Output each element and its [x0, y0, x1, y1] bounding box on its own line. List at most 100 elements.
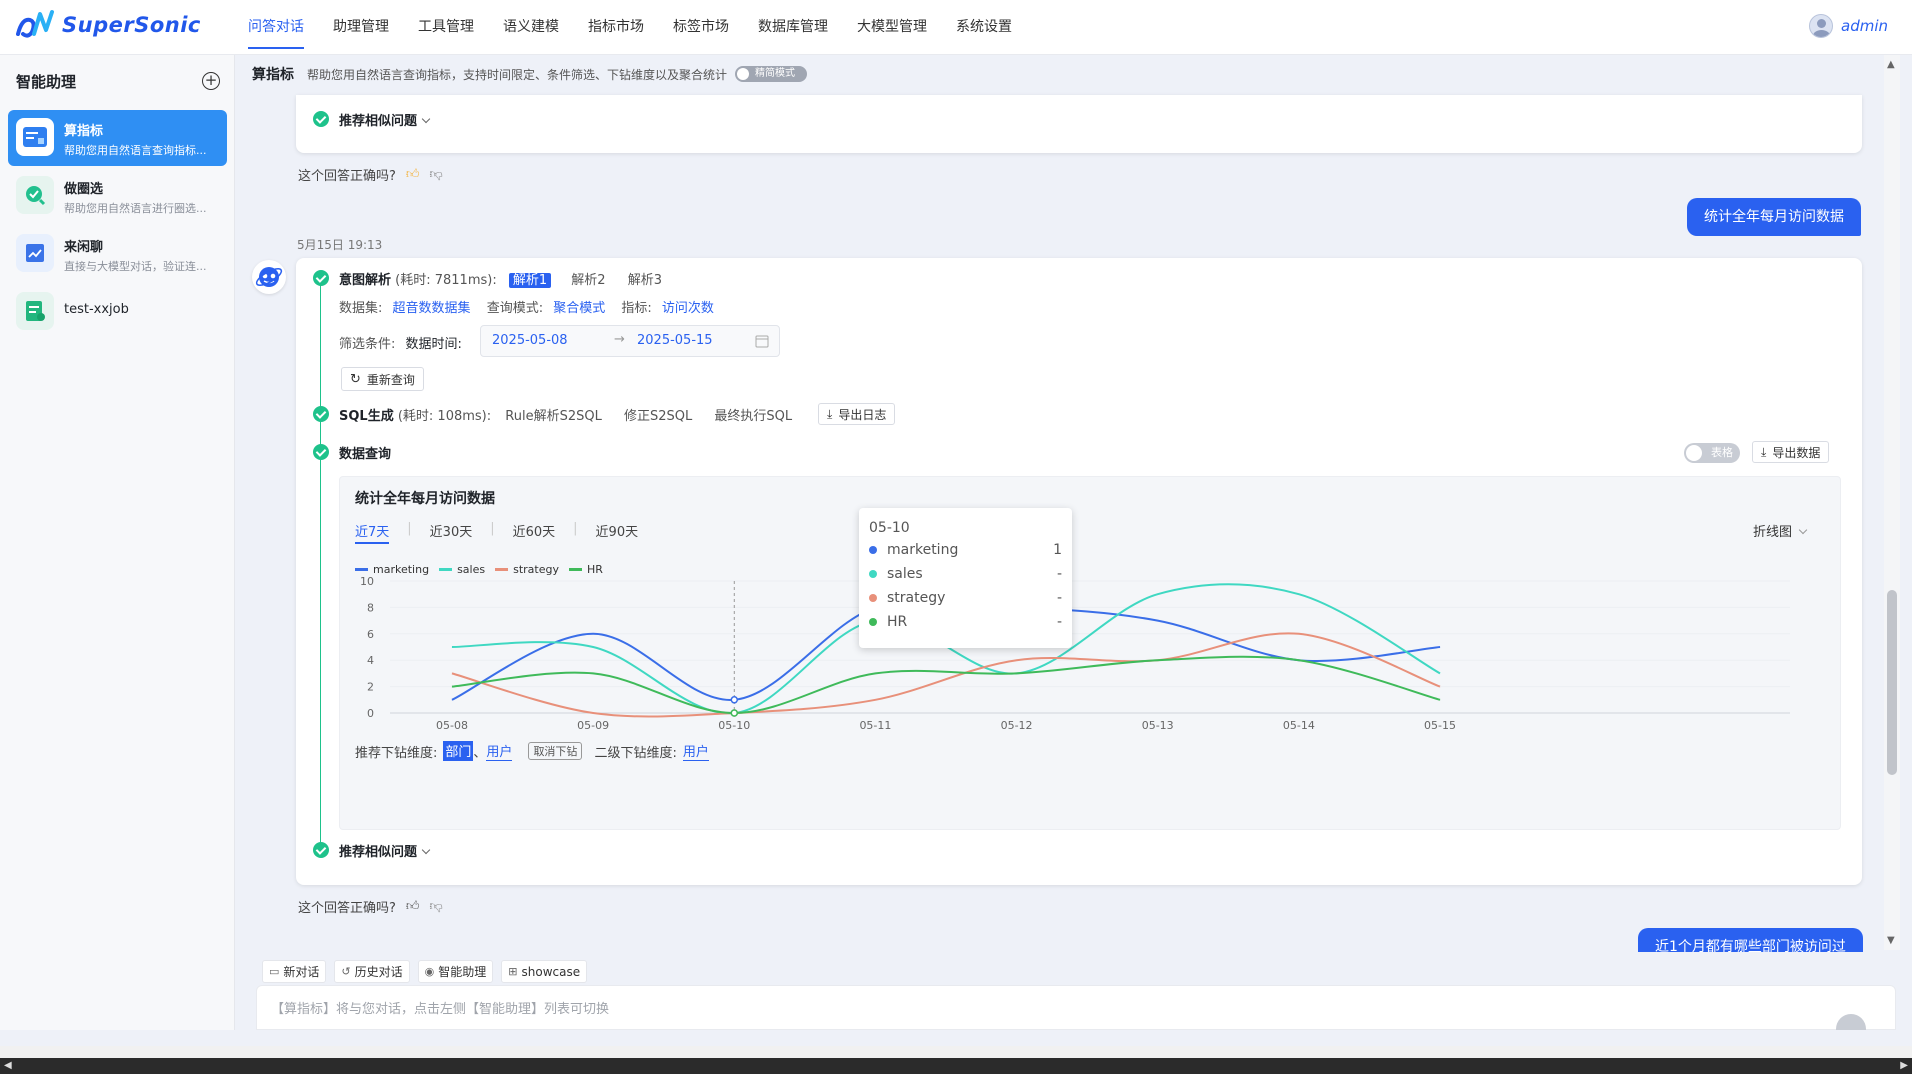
tooltip-row: marketing 1 — [869, 538, 1062, 562]
nav-item-agent-manage[interactable]: 助理管理 — [333, 0, 389, 55]
user-menu[interactable]: admin — [1809, 14, 1888, 38]
agent-item-metric[interactable]: 算指标 帮助您用自然语言查询指标... — [8, 110, 227, 166]
calendar-icon — [755, 335, 769, 348]
agent-name: 做圈选 — [64, 182, 104, 197]
drill2-dim-user[interactable]: 用户 — [682, 741, 709, 761]
sidebar-title: 智能助理 — [16, 73, 77, 91]
filter-label: 筛选条件: — [339, 337, 396, 352]
nav-item-llm[interactable]: 大模型管理 — [857, 0, 927, 55]
legend-swatch — [495, 568, 509, 571]
scroll-right-icon[interactable]: ▶ — [1900, 1060, 1908, 1071]
legend-swatch — [439, 568, 453, 571]
nav-item-tool-manage[interactable]: 工具管理 — [418, 0, 474, 55]
cancel-drill-button[interactable]: 取消下钻 — [528, 742, 583, 760]
bot-avatar — [252, 260, 286, 294]
add-agent-icon[interactable]: + — [202, 72, 220, 90]
scroll-up-icon[interactable]: ▲ — [1887, 59, 1895, 70]
legend-item[interactable]: strategy — [495, 563, 559, 576]
range-tab-60[interactable]: 近60天 — [513, 521, 556, 544]
intent-label: 意图解析 — [339, 273, 392, 288]
sql-label: SQL生成 — [339, 409, 394, 424]
nav-item-database[interactable]: 数据库管理 — [758, 0, 828, 55]
sql-tab-fix[interactable]: 修正S2SQL — [624, 409, 692, 424]
export-log-label: 导出日志 — [838, 407, 887, 422]
x-tick-label: 05-10 — [718, 719, 750, 732]
filter-row: 筛选条件: 数据时间: — [339, 333, 462, 352]
chart-type-label: 折线图 — [1753, 525, 1793, 540]
step-check-icon — [313, 406, 329, 422]
date-range-picker[interactable]: 2025-05-08 → 2025-05-15 — [480, 325, 780, 357]
dataset-value[interactable]: 超音数数据集 — [393, 301, 471, 316]
thumbs-up-icon[interactable]: 👍︎ — [406, 167, 420, 182]
agent-title: 算指标 — [252, 67, 294, 83]
nav-item-settings[interactable]: 系统设置 — [956, 0, 1012, 55]
similar-questions-toggle[interactable]: 推荐相似问题 — [339, 841, 431, 860]
sql-row: SQL生成 (耗时: 108ms): Rule解析S2SQL 修正S2SQL 最… — [339, 405, 792, 424]
y-tick-label: 8 — [367, 601, 374, 614]
thumbs-up-icon[interactable]: 👍︎ — [406, 899, 420, 914]
data-point-HR[interactable] — [730, 709, 739, 717]
tooltip-row: strategy - — [869, 586, 1062, 610]
horizontal-scrollbar[interactable] — [0, 1046, 1912, 1058]
sql-tab-final[interactable]: 最终执行SQL — [714, 409, 792, 424]
agent-desc: 帮助您用自然语言查询指标... — [64, 144, 207, 157]
similar-questions-toggle[interactable]: 推荐相似问题 — [339, 110, 431, 129]
legend-item[interactable]: HR — [568, 563, 603, 576]
date-end[interactable]: 2025-05-15 — [637, 333, 713, 348]
range-tab-30[interactable]: 近30天 — [430, 521, 473, 544]
range-tab-7[interactable]: 近7天 — [355, 521, 390, 544]
requery-button[interactable]: ↻ 重新查询 — [341, 367, 424, 391]
export-data-button[interactable]: ⤓ 导出数据 — [1752, 441, 1830, 463]
date-range-tabs: 近7天 | 近30天 | 近60天 | 近90天 — [355, 521, 638, 544]
scroll-left-icon[interactable]: ◀ — [4, 1060, 12, 1071]
thumbs-down-icon[interactable]: 👎︎ — [430, 899, 443, 914]
parse-tab-3[interactable]: 解析3 — [628, 273, 662, 288]
intent-time: (耗时: 7811ms): — [395, 273, 497, 288]
y-tick-label: 6 — [367, 628, 374, 641]
metric-agent-icon — [16, 118, 54, 156]
agent-name: 来闲聊 — [64, 240, 104, 255]
agent-item-chat[interactable]: 来闲聊 直接与大模型对话，验证连... — [8, 226, 227, 282]
legend-item[interactable]: sales — [439, 563, 485, 576]
vertical-scrollbar[interactable]: ▲ ▼ — [1884, 55, 1900, 950]
step-timeline — [320, 285, 321, 845]
simple-mode-toggle[interactable]: 精简模式 — [735, 66, 808, 82]
nav-item-tag-market[interactable]: 标签市场 — [673, 0, 729, 55]
scroll-thumb[interactable] — [1887, 590, 1897, 775]
feedback-question: 这个回答正确吗? — [298, 169, 396, 184]
send-icon[interactable] — [1836, 1014, 1866, 1030]
table-toggle[interactable]: 表格 — [1684, 443, 1740, 463]
x-tick-label: 05-12 — [1001, 719, 1033, 732]
scroll-down-icon[interactable]: ▼ — [1887, 935, 1895, 946]
drill-dim-dept[interactable]: 部门 — [443, 741, 474, 761]
sql-tab-rule[interactable]: Rule解析S2SQL — [505, 409, 602, 424]
nav-item-chat[interactable]: 问答对话 — [248, 0, 304, 55]
showcase-button[interactable]: ⊞ showcase — [501, 960, 588, 983]
parse-tab-2[interactable]: 解析2 — [571, 273, 605, 288]
drill2-label: 二级下钻维度: — [594, 745, 677, 761]
new-chat-button[interactable]: ▭ 新对话 — [262, 960, 327, 983]
chart-panel: 统计全年每月访问数据 近7天 | 近30天 | 近60天 | 近90天 折线图 … — [339, 476, 1841, 830]
top-navbar: SuperSonic 问答对话 助理管理 工具管理 语义建模 指标市场 标签市场… — [0, 0, 1912, 55]
agent-item-select[interactable]: 做圈选 帮助您用自然语言进行圈选... — [8, 168, 227, 224]
nav-item-semantic-model[interactable]: 语义建模 — [503, 0, 559, 55]
thumbs-down-icon[interactable]: 👎︎ — [430, 167, 443, 182]
history-button[interactable]: ↺ 历史对话 — [334, 960, 410, 983]
date-start[interactable]: 2025-05-08 — [492, 333, 568, 348]
logo[interactable]: SuperSonic — [14, 8, 201, 42]
metric-value[interactable]: 访问次数 — [662, 301, 714, 316]
agent-item-test-xxjob[interactable]: test-xxjob — [8, 284, 227, 340]
drill-dim-user[interactable]: 用户 — [486, 741, 513, 761]
legend-item[interactable]: marketing — [355, 563, 429, 576]
export-log-button[interactable]: ⤓ 导出日志 — [818, 403, 896, 425]
feedback-row: 这个回答正确吗? 👍︎ 👎︎ — [298, 897, 443, 916]
parse-tab-1[interactable]: 解析1 — [508, 273, 552, 288]
chart-type-select[interactable]: 折线图 — [1753, 521, 1808, 540]
chat-input[interactable]: 【算指标】将与您对话，点击左侧【智能助理】列表可切换 — [256, 985, 1896, 1030]
data-point-marketing[interactable] — [730, 696, 739, 704]
agent-button[interactable]: ◉ 智能助理 — [417, 960, 494, 983]
nav-item-metric-market[interactable]: 指标市场 — [588, 0, 644, 55]
series-line-HR[interactable] — [451, 655, 1441, 715]
y-tick-label: 2 — [367, 681, 374, 694]
range-tab-90[interactable]: 近90天 — [596, 521, 639, 544]
